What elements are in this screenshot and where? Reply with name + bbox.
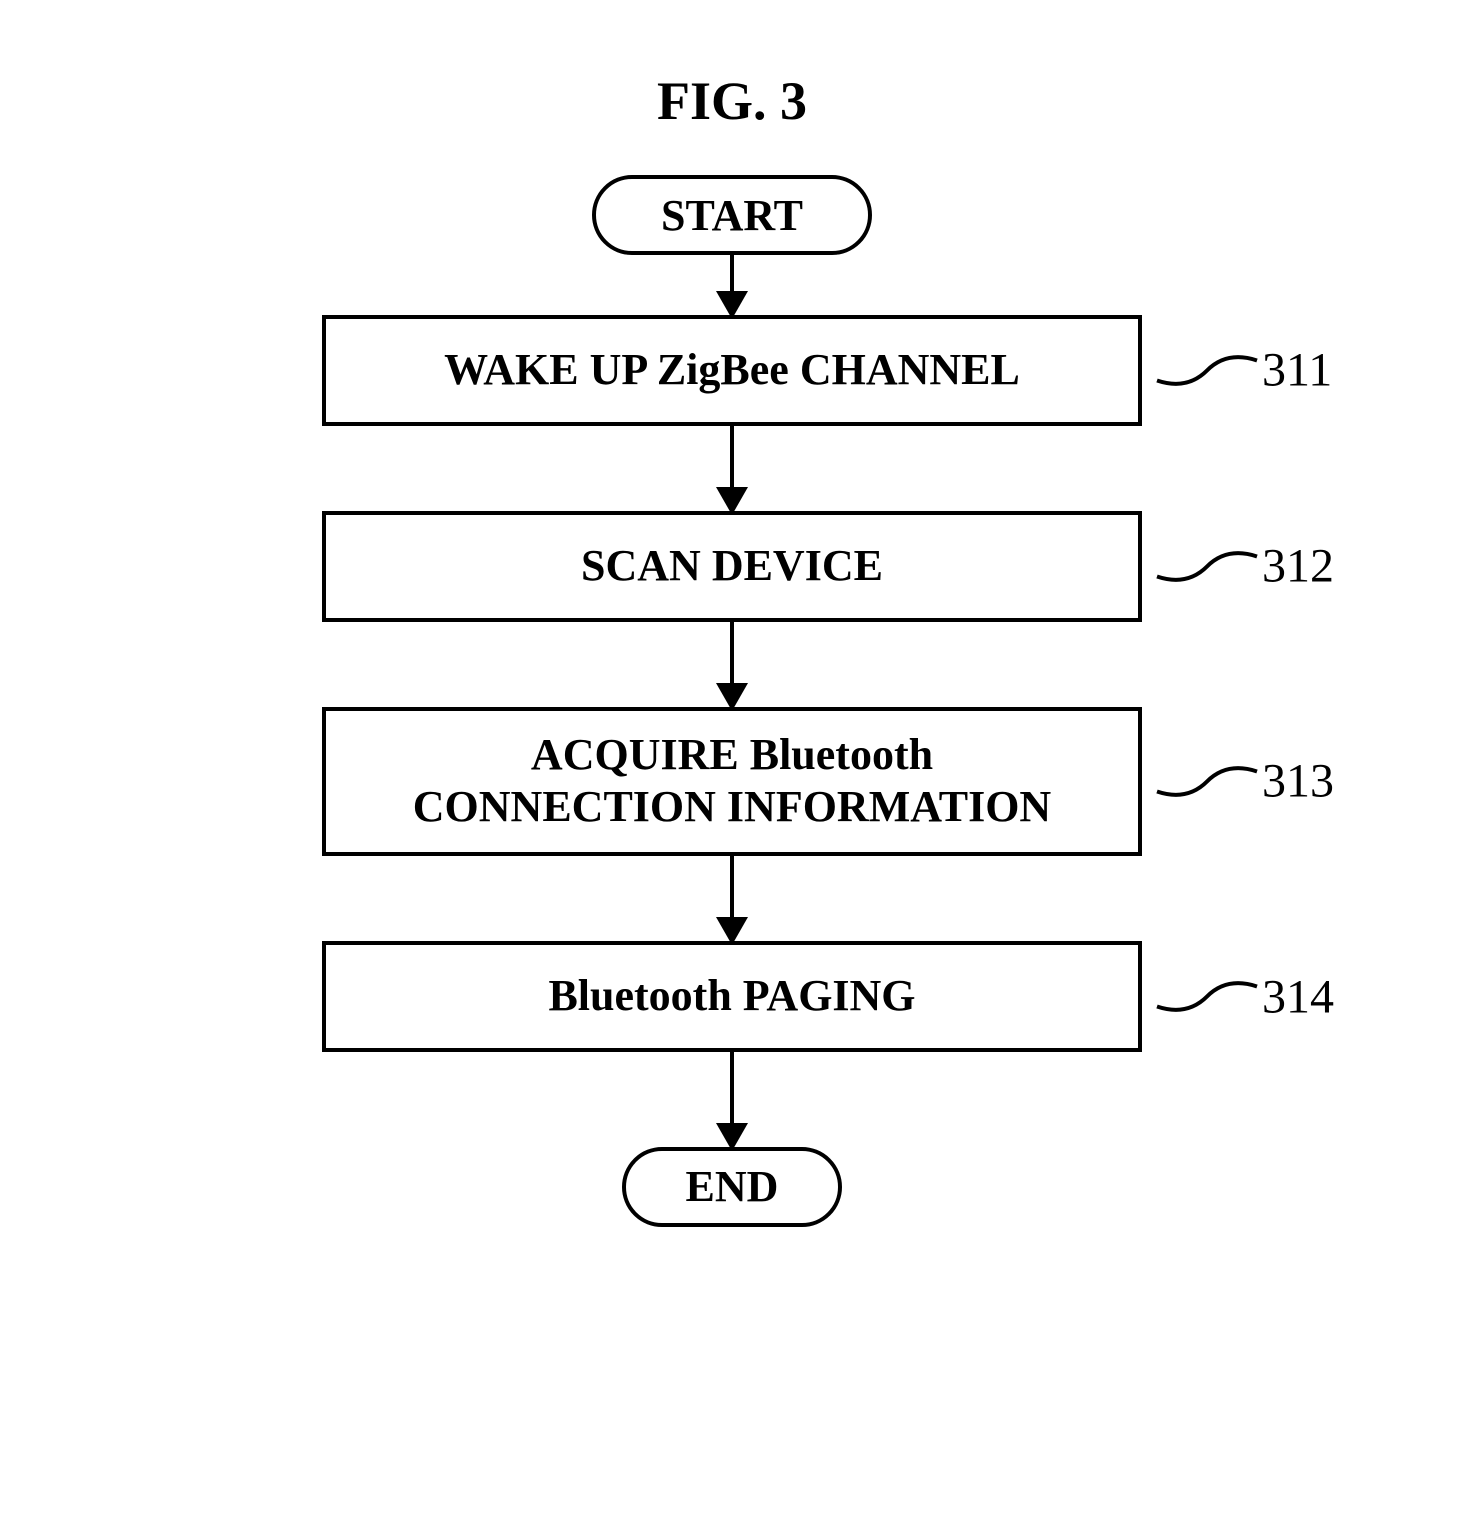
connector-icon (1152, 541, 1262, 591)
process-step-311: WAKE UP ZigBee CHANNEL (322, 315, 1142, 426)
connector-icon (1152, 972, 1262, 1022)
step-id: 311 (1262, 343, 1332, 398)
step-label-314: 314 (1152, 969, 1334, 1024)
step-id: 313 (1262, 754, 1334, 809)
arrow-icon (730, 426, 734, 511)
step-label-311: 311 (1152, 343, 1332, 398)
connector-icon (1152, 345, 1262, 395)
figure-title: FIG. 3 (657, 70, 807, 132)
process-step-312: SCAN DEVICE (322, 511, 1142, 622)
arrow-icon (730, 856, 734, 941)
step-label-312: 312 (1152, 539, 1334, 594)
connector-icon (1152, 756, 1262, 806)
step-id: 312 (1262, 539, 1334, 594)
end-terminator: END (622, 1147, 842, 1227)
step-label-313: 313 (1152, 754, 1334, 809)
arrow-icon (730, 622, 734, 707)
arrow-icon (730, 255, 734, 315)
process-step-314: Bluetooth PAGING (322, 941, 1142, 1052)
process-step-313: ACQUIRE Bluetooth CONNECTION INFORMATION (322, 707, 1142, 857)
step-id: 314 (1262, 969, 1334, 1024)
arrow-icon (730, 1052, 734, 1147)
flowchart: START WAKE UP ZigBee CHANNEL 311 SCAN DE… (0, 175, 1464, 1227)
start-terminator: START (592, 175, 872, 255)
